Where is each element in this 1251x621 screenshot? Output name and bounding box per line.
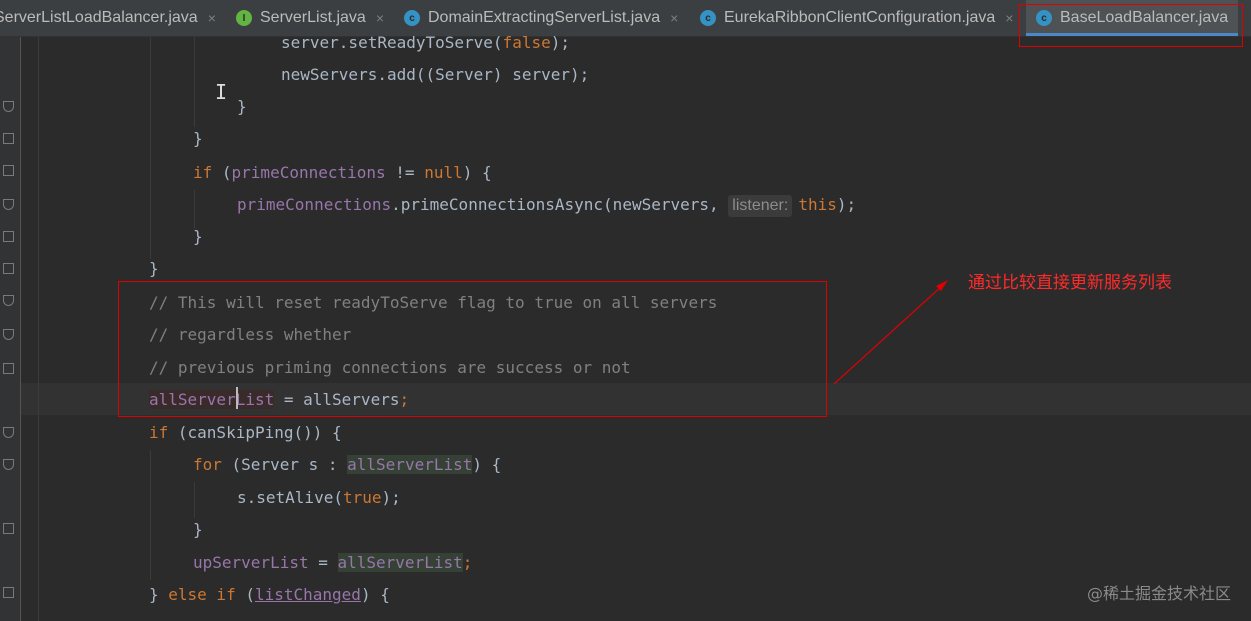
annotation-arrow (833, 280, 948, 385)
watermark: @稀土掘金技术社区 (1086, 584, 1231, 603)
annotation-text: 通过比较直接更新服务列表 (968, 273, 1172, 293)
